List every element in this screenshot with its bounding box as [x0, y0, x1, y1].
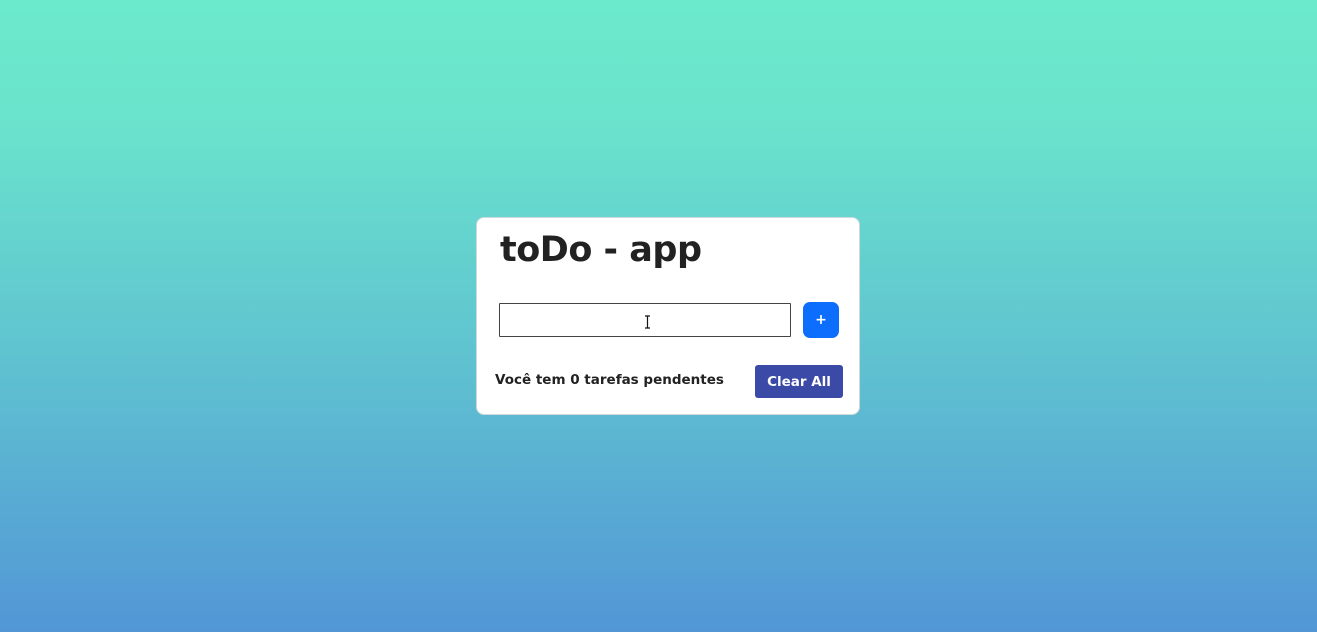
- text-cursor-icon: [645, 315, 650, 329]
- page-title: toDo - app: [500, 230, 702, 270]
- pending-tasks-count: Você tem 0 tarefas pendentes: [495, 372, 724, 388]
- clear-all-button[interactable]: Clear All: [755, 365, 843, 398]
- todo-card: toDo - app + Você tem 0 tarefas pendente…: [476, 217, 860, 415]
- add-task-button[interactable]: +: [803, 302, 839, 338]
